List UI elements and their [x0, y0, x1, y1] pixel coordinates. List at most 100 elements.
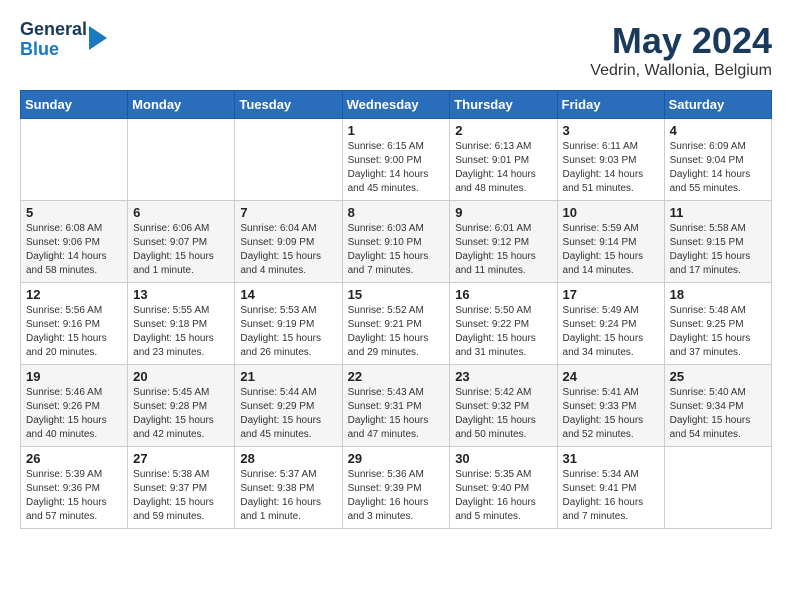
table-row: 3 Sunrise: 6:11 AM Sunset: 9:03 PM Daylig… [557, 119, 664, 201]
day-number: 12 [26, 287, 122, 302]
table-row: 7 Sunrise: 6:04 AM Sunset: 9:09 PM Daylig… [235, 201, 342, 283]
table-row [664, 447, 771, 529]
day-info: Sunrise: 5:52 AM Sunset: 9:21 PM Dayligh… [348, 304, 445, 360]
calendar-week-row: 26Sunrise: 5:39 AM Sunset: 9:36 PM Dayli… [21, 447, 772, 529]
page-header: General Blue May 2024 Vedrin, Wallonia, … [20, 20, 772, 80]
day-number: 19 [26, 369, 122, 384]
day-number: 17 [563, 287, 659, 302]
header-saturday: Saturday [664, 91, 771, 119]
day-number: 24 [563, 369, 659, 384]
day-info: Sunrise: 6:08 AM Sunset: 9:06 PM Dayligh… [26, 222, 122, 278]
table-row: 12 Sunrise: 5:56 AM Sunset: 9:16 PM Dayli… [21, 283, 128, 365]
table-row: 22 Sunrise: 5:43 AM Sunset: 9:31 PM Dayli… [342, 365, 450, 447]
day-number: 21 [240, 369, 336, 384]
day-number: 2 [455, 123, 551, 138]
table-row: 19 Sunrise: 5:46 AM Sunset: 9:26 PM Dayli… [21, 365, 128, 447]
day-info: Sunrise: 5:37 AM Sunset: 9:38 PM Dayligh… [240, 468, 336, 524]
table-row: 17 Sunrise: 5:49 AM Sunset: 9:24 PM Dayli… [557, 283, 664, 365]
day-info: Sunrise: 5:34 AM Sunset: 9:41 PM Dayligh… [563, 468, 659, 524]
calendar-week-row: 12 Sunrise: 5:56 AM Sunset: 9:16 PM Dayli… [21, 283, 772, 365]
day-number: 30 [455, 451, 551, 466]
table-row: 23 Sunrise: 5:42 AM Sunset: 9:32 PM Dayli… [450, 365, 557, 447]
day-info: Sunrise: 5:39 AM Sunset: 9:36 PM Dayligh… [26, 468, 122, 524]
day-number: 25 [670, 369, 766, 384]
day-info: Sunrise: 5:36 AM Sunset: 9:39 PM Dayligh… [348, 468, 445, 524]
day-number: 29 [348, 451, 445, 466]
table-row: 24 Sunrise: 5:41 AM Sunset: 9:33 PM Dayli… [557, 365, 664, 447]
day-number: 16 [455, 287, 551, 302]
table-row: 25 Sunrise: 5:40 AM Sunset: 9:34 PM Dayli… [664, 365, 771, 447]
day-info: Sunrise: 5:38 AM Sunset: 9:37 PM Dayligh… [133, 468, 229, 524]
day-info: Sunrise: 6:01 AM Sunset: 9:12 PM Dayligh… [455, 222, 551, 278]
day-info: Sunrise: 5:49 AM Sunset: 9:24 PM Dayligh… [563, 304, 659, 360]
day-number: 5 [26, 205, 122, 220]
day-number: 3 [563, 123, 659, 138]
table-row: 2 Sunrise: 6:13 AM Sunset: 9:01 PM Daylig… [450, 119, 557, 201]
day-number: 31 [563, 451, 659, 466]
table-row: 26Sunrise: 5:39 AM Sunset: 9:36 PM Dayli… [21, 447, 128, 529]
table-row: 18 Sunrise: 5:48 AM Sunset: 9:25 PM Dayli… [664, 283, 771, 365]
day-info: Sunrise: 6:04 AM Sunset: 9:09 PM Dayligh… [240, 222, 336, 278]
table-row: 29 Sunrise: 5:36 AM Sunset: 9:39 PM Dayli… [342, 447, 450, 529]
day-number: 4 [670, 123, 766, 138]
calendar-week-row: 1Sunrise: 6:15 AM Sunset: 9:00 PM Daylig… [21, 119, 772, 201]
calendar-week-row: 19 Sunrise: 5:46 AM Sunset: 9:26 PM Dayli… [21, 365, 772, 447]
day-info: Sunrise: 5:41 AM Sunset: 9:33 PM Dayligh… [563, 386, 659, 442]
day-info: Sunrise: 5:35 AM Sunset: 9:40 PM Dayligh… [455, 468, 551, 524]
table-row: 8 Sunrise: 6:03 AM Sunset: 9:10 PM Daylig… [342, 201, 450, 283]
logo-text: General Blue [20, 20, 107, 60]
table-row: 11Sunrise: 5:58 AM Sunset: 9:15 PM Dayli… [664, 201, 771, 283]
day-info: Sunrise: 5:55 AM Sunset: 9:18 PM Dayligh… [133, 304, 229, 360]
header-monday: Monday [128, 91, 235, 119]
day-number: 10 [563, 205, 659, 220]
day-info: Sunrise: 5:56 AM Sunset: 9:16 PM Dayligh… [26, 304, 122, 360]
table-row [128, 119, 235, 201]
title-block: May 2024 Vedrin, Wallonia, Belgium [590, 20, 772, 80]
table-row: 31 Sunrise: 5:34 AM Sunset: 9:41 PM Dayli… [557, 447, 664, 529]
table-row: 27 Sunrise: 5:38 AM Sunset: 9:37 PM Dayli… [128, 447, 235, 529]
day-number: 23 [455, 369, 551, 384]
table-row: 5 Sunrise: 6:08 AM Sunset: 9:06 PM Daylig… [21, 201, 128, 283]
header-friday: Friday [557, 91, 664, 119]
table-row: 6 Sunrise: 6:06 AM Sunset: 9:07 PM Daylig… [128, 201, 235, 283]
day-number: 7 [240, 205, 336, 220]
day-info: Sunrise: 5:42 AM Sunset: 9:32 PM Dayligh… [455, 386, 551, 442]
header-wednesday: Wednesday [342, 91, 450, 119]
day-info: Sunrise: 5:40 AM Sunset: 9:34 PM Dayligh… [670, 386, 766, 442]
month-title: May 2024 [590, 20, 772, 62]
day-number: 8 [348, 205, 445, 220]
day-info: Sunrise: 5:48 AM Sunset: 9:25 PM Dayligh… [670, 304, 766, 360]
day-number: 1 [348, 123, 445, 138]
day-info: Sunrise: 5:45 AM Sunset: 9:28 PM Dayligh… [133, 386, 229, 442]
table-row [21, 119, 128, 201]
table-row: 4Sunrise: 6:09 AM Sunset: 9:04 PM Daylig… [664, 119, 771, 201]
day-info: Sunrise: 6:11 AM Sunset: 9:03 PM Dayligh… [563, 140, 659, 196]
day-info: Sunrise: 5:46 AM Sunset: 9:26 PM Dayligh… [26, 386, 122, 442]
day-number: 13 [133, 287, 229, 302]
day-number: 11 [670, 205, 766, 220]
table-row: 15 Sunrise: 5:52 AM Sunset: 9:21 PM Dayli… [342, 283, 450, 365]
day-info: Sunrise: 5:50 AM Sunset: 9:22 PM Dayligh… [455, 304, 551, 360]
table-row: 13 Sunrise: 5:55 AM Sunset: 9:18 PM Dayli… [128, 283, 235, 365]
day-number: 15 [348, 287, 445, 302]
location: Vedrin, Wallonia, Belgium [590, 62, 772, 80]
day-info: Sunrise: 6:06 AM Sunset: 9:07 PM Dayligh… [133, 222, 229, 278]
day-info: Sunrise: 5:43 AM Sunset: 9:31 PM Dayligh… [348, 386, 445, 442]
day-number: 28 [240, 451, 336, 466]
table-row [235, 119, 342, 201]
calendar-table: Sunday Monday Tuesday Wednesday Thursday… [20, 90, 772, 529]
day-info: Sunrise: 5:59 AM Sunset: 9:14 PM Dayligh… [563, 222, 659, 278]
header-tuesday: Tuesday [235, 91, 342, 119]
header-thursday: Thursday [450, 91, 557, 119]
table-row: 10 Sunrise: 5:59 AM Sunset: 9:14 PM Dayli… [557, 201, 664, 283]
day-number: 18 [670, 287, 766, 302]
day-number: 6 [133, 205, 229, 220]
table-row: 20 Sunrise: 5:45 AM Sunset: 9:28 PM Dayli… [128, 365, 235, 447]
day-number: 9 [455, 205, 551, 220]
day-number: 20 [133, 369, 229, 384]
day-info: Sunrise: 6:03 AM Sunset: 9:10 PM Dayligh… [348, 222, 445, 278]
day-number: 27 [133, 451, 229, 466]
day-info: Sunrise: 6:13 AM Sunset: 9:01 PM Dayligh… [455, 140, 551, 196]
header-sunday: Sunday [21, 91, 128, 119]
day-number: 22 [348, 369, 445, 384]
